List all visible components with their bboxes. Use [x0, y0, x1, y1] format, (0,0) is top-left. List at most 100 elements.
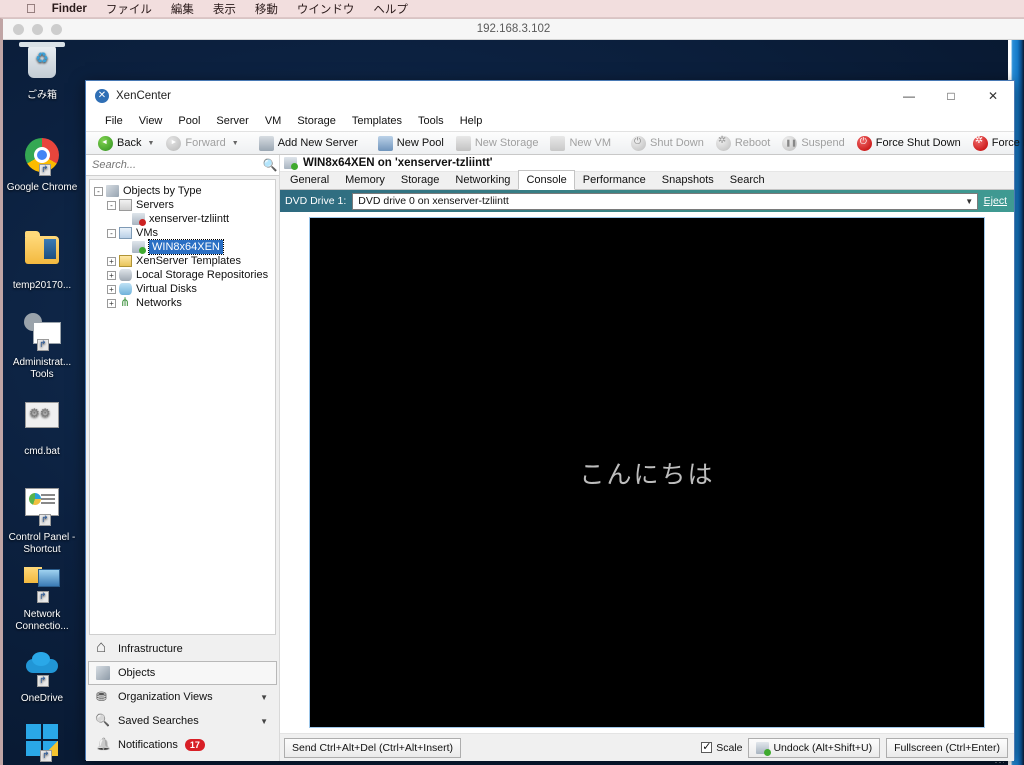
expander-icon[interactable]: +	[107, 284, 116, 294]
send-ctrl-alt-del-button[interactable]: Send Ctrl+Alt+Del (Ctrl+Alt+Insert)	[284, 737, 462, 758]
nav-item-organization-views[interactable]: Organization Views ▼	[88, 685, 277, 709]
expander-icon[interactable]: -	[107, 228, 116, 238]
mac-menu-window[interactable]: ウインドウ	[297, 1, 355, 17]
menu-help[interactable]: Help	[452, 111, 491, 131]
tab-general[interactable]: General	[282, 170, 337, 189]
tab-networking[interactable]: Networking	[447, 170, 518, 189]
desktop-icon-control-panel[interactable]: Control Panel - Shortcut	[5, 482, 79, 556]
search-input[interactable]	[86, 159, 261, 171]
desktop-icon-google-chrome[interactable]: Google Chrome	[5, 135, 79, 194]
desktop-icon-label: Administrat... Tools	[12, 357, 72, 380]
menu-storage[interactable]: Storage	[289, 111, 344, 131]
nav-item-label: Infrastructure	[118, 643, 183, 655]
toolbar-back-button[interactable]: Back ▼	[92, 132, 160, 154]
nav-item-notifications[interactable]: Notifications 17	[88, 733, 277, 757]
desktop-icon-temp20170[interactable]: temp20170...	[5, 230, 79, 292]
expander-icon[interactable]: -	[94, 186, 103, 196]
xencenter-titlebar[interactable]: ✕ XenCenter — □ ✕	[86, 81, 1014, 111]
toolbar-shutdown-button[interactable]: Shut Down	[625, 132, 710, 154]
console-text: こんにちは	[579, 459, 715, 489]
menu-tools[interactable]: Tools	[410, 111, 452, 131]
left-pane: 🔍 - Objects by Type - Servers	[86, 155, 280, 761]
nav-item-saved-searches[interactable]: Saved Searches ▼	[88, 709, 277, 733]
administrative-tools-icon	[22, 313, 62, 353]
nav-item-objects[interactable]: Objects	[88, 661, 277, 685]
close-button[interactable]: ✕	[972, 81, 1014, 111]
menu-templates[interactable]: Templates	[344, 111, 410, 131]
mac-menu-view[interactable]: 表示	[213, 1, 236, 17]
eject-link[interactable]: Eject	[984, 195, 1009, 207]
desktop-icon-recycle-bin[interactable]: ごみ箱	[5, 46, 79, 102]
minimize-button[interactable]: —	[888, 81, 930, 111]
mac-menu-help[interactable]: ヘルプ	[373, 1, 408, 17]
chevron-down-icon[interactable]: ▼	[260, 693, 268, 702]
right-pane: WIN8x64XEN on 'xenserver-tzliintt' Gener…	[280, 155, 1014, 761]
tab-search[interactable]: Search	[722, 170, 773, 189]
expander-icon[interactable]: +	[107, 256, 116, 266]
expander-icon[interactable]: +	[107, 298, 116, 308]
toolbar-new-storage-button[interactable]: New Storage	[450, 132, 545, 154]
desktop-icon-windows10-upgrade[interactable]: Windows 10 Upgrade ...	[5, 720, 79, 765]
toolbar-suspend-button[interactable]: Suspend	[776, 132, 850, 154]
search-icon[interactable]: 🔍	[261, 158, 279, 172]
tab-console[interactable]: Console	[518, 170, 575, 190]
desktop-icon-network-connections[interactable]: Network Connectio...	[5, 560, 79, 633]
tree-item-vms[interactable]: - VMs	[90, 226, 275, 240]
tab-performance[interactable]: Performance	[575, 170, 654, 189]
toolbar-label: Back	[117, 137, 142, 149]
toolbar-new-pool-button[interactable]: New Pool	[372, 132, 450, 154]
menu-view[interactable]: View	[131, 111, 171, 131]
chevron-down-icon[interactable]: ▼	[147, 140, 154, 147]
desktop-icon-cmd-bat[interactable]: cmd.bat	[5, 395, 79, 458]
undock-button[interactable]: Undock (Alt+Shift+U)	[748, 737, 881, 758]
toolbar-new-vm-button[interactable]: New VM	[544, 132, 617, 154]
tree-item-objects-by-type[interactable]: - Objects by Type	[90, 184, 275, 198]
toolbar-label: New Storage	[474, 137, 539, 149]
scale-checkbox[interactable]: Scale	[701, 740, 742, 754]
tab-snapshots[interactable]: Snapshots	[654, 170, 722, 189]
chevron-down-icon[interactable]: ▼	[232, 140, 239, 147]
desktop-icon-administrative-tools[interactable]: Administrat... Tools	[5, 308, 79, 381]
mac-menu-go[interactable]: 移動	[255, 1, 278, 17]
toolbar-add-new-server-button[interactable]: Add New Server	[253, 132, 364, 154]
vm-console-screen[interactable]: こんにちは	[309, 217, 985, 728]
tab-memory[interactable]: Memory	[337, 170, 393, 189]
dvd-drive-selected-value: DVD drive 0 on xenserver-tzliintt	[358, 195, 509, 207]
menu-pool[interactable]: Pool	[170, 111, 208, 131]
menu-vm[interactable]: VM	[257, 111, 290, 131]
chevron-down-icon[interactable]: ▼	[962, 197, 977, 206]
dvd-drive-select[interactable]: DVD drive 0 on xenserver-tzliintt ▼	[352, 192, 978, 210]
mac-menu-edit[interactable]: 編集	[171, 1, 194, 17]
toolbar-reboot-button[interactable]: Reboot	[710, 132, 776, 154]
console-area: こんにちは	[280, 212, 1014, 733]
organization-views-icon	[93, 688, 113, 706]
menu-server[interactable]: Server	[208, 111, 256, 131]
xencenter-toolbar: Back ▼ Forward ▼ Add New Server New Pool	[86, 131, 1024, 155]
windows-desktop[interactable]: ごみ箱 Google Chrome temp20170... Administr…	[3, 40, 1024, 765]
mac-menu-finder[interactable]: Finder	[52, 3, 87, 15]
tree-item-xenserver-tzliintt[interactable]: xenserver-tzliintt	[90, 212, 275, 226]
toolbar-force-shutdown-button[interactable]: Force Shut Down	[851, 132, 967, 154]
tree-item-servers[interactable]: - Servers	[90, 198, 275, 212]
expander-icon[interactable]: -	[107, 200, 116, 210]
toolbar-forward-button[interactable]: Forward ▼	[160, 132, 244, 154]
tree-item-virtual-disks[interactable]: + Virtual Disks	[90, 282, 275, 296]
tree-item-win8x64xen[interactable]: WIN8x64XEN	[90, 239, 275, 255]
apple-icon[interactable]: 	[26, 2, 36, 15]
tree-item-networks[interactable]: + Networks	[90, 295, 275, 310]
menu-file[interactable]: File	[97, 111, 131, 131]
objects-tree[interactable]: - Objects by Type - Servers xenserver-tz…	[89, 179, 276, 635]
desktop-icon-onedrive[interactable]: OneDrive	[5, 640, 79, 705]
tree-item-local-storage-repositories[interactable]: + Local Storage Repositories	[90, 268, 275, 282]
search-bar: 🔍	[86, 155, 279, 176]
mac-menu-file[interactable]: ファイル	[106, 1, 152, 17]
nav-item-infrastructure[interactable]: Infrastructure	[88, 637, 277, 661]
maximize-button[interactable]: □	[930, 81, 972, 111]
fullscreen-button[interactable]: Fullscreen (Ctrl+Enter)	[886, 737, 1008, 758]
tree-item-xenserver-templates[interactable]: + XenServer Templates	[90, 254, 275, 268]
checkbox-box[interactable]	[701, 740, 713, 753]
tab-storage[interactable]: Storage	[393, 170, 448, 189]
expander-icon[interactable]: +	[107, 270, 116, 280]
chevron-down-icon[interactable]: ▼	[260, 717, 268, 726]
toolbar-force-reboot-button[interactable]: Force Reboot	[967, 132, 1024, 154]
